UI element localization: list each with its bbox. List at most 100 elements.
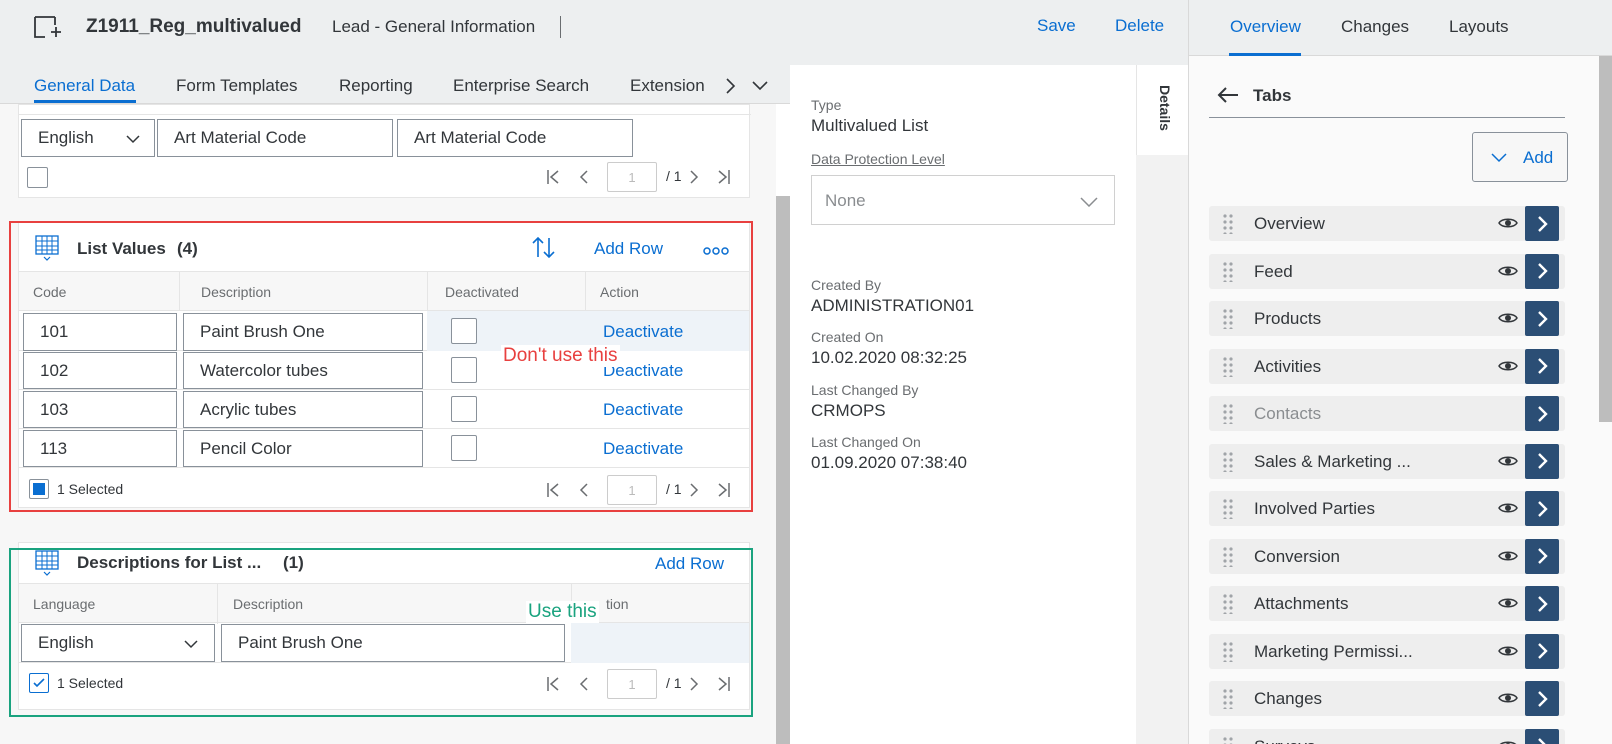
table-row[interactable]: 101 Paint Brush One Deactivate xyxy=(19,311,749,351)
label-input-2[interactable]: Art Material Code xyxy=(397,119,633,157)
tab-changes[interactable]: Changes xyxy=(1341,17,1409,37)
code-input[interactable]: 113 xyxy=(23,430,177,467)
description-input[interactable]: Watercolor tubes xyxy=(183,352,423,389)
prev-page-icon[interactable] xyxy=(579,482,589,498)
last-page-icon[interactable] xyxy=(717,482,731,498)
next-page-icon[interactable] xyxy=(689,482,699,498)
drag-handle-icon[interactable] xyxy=(1223,546,1233,567)
select-all-checkbox[interactable] xyxy=(29,479,49,499)
last-page-icon[interactable] xyxy=(717,676,731,692)
navigate-button[interactable] xyxy=(1525,681,1559,716)
eye-icon[interactable] xyxy=(1498,216,1518,230)
eye-icon[interactable] xyxy=(1498,549,1518,563)
side-panel-scrollbar[interactable] xyxy=(1599,56,1612,422)
description-input[interactable]: Acrylic tubes xyxy=(183,391,423,428)
first-page-icon[interactable] xyxy=(546,676,560,692)
drag-handle-icon[interactable] xyxy=(1223,261,1233,282)
table-row[interactable]: English Paint Brush One xyxy=(19,623,749,663)
eye-icon[interactable] xyxy=(1498,454,1518,468)
drag-handle-icon[interactable] xyxy=(1223,309,1233,329)
tab-extension[interactable]: Extension xyxy=(630,76,705,96)
drag-handle-icon[interactable] xyxy=(1223,736,1233,744)
navigate-button[interactable] xyxy=(1525,301,1559,336)
save-button[interactable]: Save xyxy=(1037,16,1076,36)
deactivated-checkbox[interactable] xyxy=(451,396,477,422)
scrollbar[interactable] xyxy=(776,196,790,744)
tab-general-data[interactable]: General Data xyxy=(34,76,135,96)
first-page-icon[interactable] xyxy=(546,482,560,498)
tab-list-item[interactable]: Sales & Marketing ... xyxy=(1209,443,1565,479)
deactivated-checkbox[interactable] xyxy=(451,318,477,344)
tab-list-item[interactable]: Feed xyxy=(1209,253,1565,289)
drag-handle-icon[interactable] xyxy=(1223,594,1233,614)
last-page-icon[interactable] xyxy=(717,169,731,185)
navigate-button[interactable] xyxy=(1525,348,1559,384)
drag-handle-icon[interactable] xyxy=(1223,214,1233,234)
tab-list-item[interactable]: Overview xyxy=(1209,206,1565,241)
navigate-button[interactable] xyxy=(1525,396,1559,431)
add-row-button[interactable]: Add Row xyxy=(655,554,724,574)
navigate-button[interactable] xyxy=(1525,538,1559,574)
eye-icon[interactable] xyxy=(1498,311,1518,325)
drag-handle-icon[interactable] xyxy=(1223,499,1233,519)
sort-icon[interactable] xyxy=(531,235,557,261)
tab-list-item[interactable]: Attachments xyxy=(1209,586,1565,621)
tab-list-item[interactable]: Products xyxy=(1209,301,1565,336)
data-protection-select[interactable]: None xyxy=(811,175,1115,225)
select-all-checkbox[interactable] xyxy=(27,167,48,188)
table-row[interactable]: 113 Pencil Color Deactivate xyxy=(19,429,749,468)
drag-handle-icon[interactable] xyxy=(1223,356,1233,377)
next-page-icon[interactable] xyxy=(689,169,699,185)
code-input[interactable]: 101 xyxy=(23,313,177,351)
back-arrow-icon[interactable] xyxy=(1217,86,1239,104)
prev-page-icon[interactable] xyxy=(579,169,589,185)
tab-reporting[interactable]: Reporting xyxy=(339,76,413,96)
more-icon[interactable] xyxy=(703,247,729,255)
tab-list-item[interactable]: Marketing Permissi... xyxy=(1209,633,1565,669)
language-select[interactable]: English xyxy=(21,624,215,662)
navigate-button[interactable] xyxy=(1525,443,1559,479)
page-input[interactable]: 1 xyxy=(607,669,657,699)
add-row-button[interactable]: Add Row xyxy=(594,239,663,259)
chevron-down-icon[interactable] xyxy=(751,79,769,91)
tab-form-templates[interactable]: Form Templates xyxy=(176,76,298,96)
table-row[interactable]: 103 Acrylic tubes Deactivate xyxy=(19,390,749,429)
first-page-icon[interactable] xyxy=(546,169,560,185)
tab-list-item[interactable]: Changes xyxy=(1209,681,1565,716)
label-input-1[interactable]: Art Material Code xyxy=(157,119,393,157)
tab-list-item[interactable]: Contacts xyxy=(1209,396,1565,431)
add-button[interactable]: Add xyxy=(1472,132,1568,182)
description-input[interactable]: Paint Brush One xyxy=(221,624,565,662)
tab-list-item[interactable]: Surveys xyxy=(1209,728,1565,744)
navigate-button[interactable] xyxy=(1525,206,1559,241)
drag-handle-icon[interactable] xyxy=(1223,451,1233,472)
delete-button[interactable]: Delete xyxy=(1115,16,1164,36)
tab-list-item[interactable]: Conversion xyxy=(1209,538,1565,574)
page-input[interactable]: 1 xyxy=(607,162,657,192)
prev-page-icon[interactable] xyxy=(579,676,589,692)
details-vertical-tab[interactable]: Details xyxy=(1136,65,1188,155)
navigate-button[interactable] xyxy=(1525,728,1559,744)
code-input[interactable]: 102 xyxy=(23,352,177,389)
eye-icon[interactable] xyxy=(1498,501,1518,515)
drag-handle-icon[interactable] xyxy=(1223,641,1233,662)
page-input[interactable]: 1 xyxy=(607,475,657,505)
description-input[interactable]: Pencil Color xyxy=(183,430,423,467)
eye-icon[interactable] xyxy=(1498,264,1518,278)
eye-icon[interactable] xyxy=(1498,596,1518,610)
deactivated-checkbox[interactable] xyxy=(451,435,477,461)
deactivate-link[interactable]: Deactivate xyxy=(603,400,683,420)
tab-enterprise-search[interactable]: Enterprise Search xyxy=(453,76,589,96)
chevron-right-icon[interactable] xyxy=(724,77,736,95)
row-checkbox-checked[interactable] xyxy=(29,673,49,693)
description-input[interactable]: Paint Brush One xyxy=(183,313,423,351)
eye-icon[interactable] xyxy=(1498,359,1518,373)
deactivate-link[interactable]: Deactivate xyxy=(603,439,683,459)
deactivate-link[interactable]: Deactivate xyxy=(603,322,683,342)
eye-icon[interactable] xyxy=(1498,739,1518,744)
drag-handle-icon[interactable] xyxy=(1223,404,1233,424)
navigate-button[interactable] xyxy=(1525,253,1559,289)
tab-layouts[interactable]: Layouts xyxy=(1449,17,1509,37)
next-page-icon[interactable] xyxy=(689,676,699,692)
eye-icon[interactable] xyxy=(1498,644,1518,658)
